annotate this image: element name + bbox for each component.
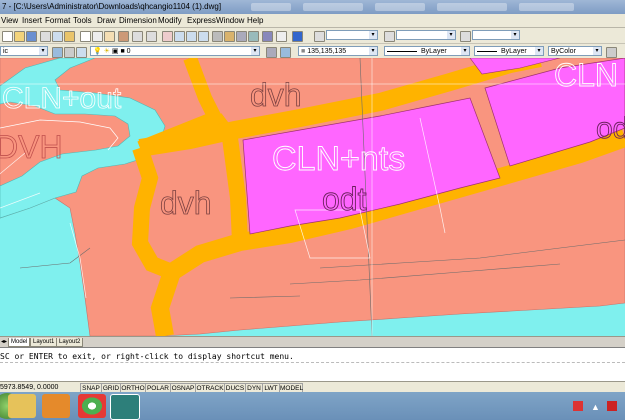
- print-icon[interactable]: [40, 31, 51, 42]
- menu-view[interactable]: View: [1, 14, 18, 27]
- color-swatch-icon: ■: [301, 48, 306, 55]
- zoom-realtime-icon[interactable]: [174, 31, 185, 42]
- publish-icon[interactable]: [64, 31, 75, 42]
- layout-tabs: ◂▸ Model Layout1 Layout2: [0, 336, 625, 347]
- chrome-icon[interactable]: [78, 394, 106, 418]
- design-center-icon[interactable]: [224, 31, 235, 42]
- menu-modify[interactable]: Modify: [158, 14, 182, 27]
- action-center-icon[interactable]: [607, 401, 617, 411]
- file-explorer-icon[interactable]: [8, 394, 36, 418]
- drawing-svg: CLN+out DVH dvh dvh CLN+nts odt CLN od: [0, 58, 625, 336]
- menu-insert[interactable]: Insert: [22, 14, 42, 27]
- autocad-icon[interactable]: [110, 394, 140, 420]
- menu-window[interactable]: Window: [216, 14, 244, 27]
- color-value: 135,135,135: [307, 48, 347, 55]
- open-icon[interactable]: [14, 31, 25, 42]
- color-combo[interactable]: ■ 135,135,135 ▾: [298, 46, 378, 56]
- layer-name: 0: [126, 48, 131, 55]
- save-icon[interactable]: [26, 31, 37, 42]
- pan-icon[interactable]: [162, 31, 173, 42]
- dim-style-combo[interactable]: ▾: [396, 30, 456, 40]
- command-separator: [0, 362, 625, 363]
- media-player-icon[interactable]: [42, 394, 70, 418]
- menu-format[interactable]: Format: [45, 14, 70, 27]
- toolbar-options-icon[interactable]: [606, 47, 617, 58]
- plotstyle-value: ByColor: [551, 48, 576, 55]
- zoom-window-icon[interactable]: [186, 31, 197, 42]
- linetype-value: ByLayer: [421, 48, 447, 55]
- lightbulb-icon: 💡: [93, 48, 102, 55]
- standard-toolbar: ▾ ▾ ▾: [0, 28, 625, 44]
- plot-preview-icon[interactable]: [52, 31, 63, 42]
- layer-color-swatch: ■: [120, 48, 125, 55]
- network-icon[interactable]: ▲: [591, 402, 600, 412]
- linetype-preview: [387, 50, 417, 52]
- layer-previous-icon[interactable]: [64, 47, 75, 58]
- match-properties-icon[interactable]: [118, 31, 129, 42]
- text-style-combo[interactable]: ▾: [326, 30, 378, 40]
- menu-tools[interactable]: Tools: [73, 14, 92, 27]
- title-bar-background-tabs: [245, 0, 625, 14]
- lineweight-preview: [477, 50, 497, 52]
- table-style-combo[interactable]: ▾: [472, 30, 520, 40]
- menu-express[interactable]: Express: [187, 14, 216, 27]
- layer-state-icon[interactable]: [76, 47, 87, 58]
- layer-manager-icon[interactable]: [52, 47, 63, 58]
- command-history-line: SC or ENTER to exit, or right-click to d…: [0, 352, 294, 361]
- cut-icon[interactable]: [80, 31, 91, 42]
- calculator-icon[interactable]: [276, 31, 287, 42]
- label-dvh-left: DVH: [0, 129, 63, 165]
- label-odt-center: odt: [322, 181, 367, 217]
- redo-icon[interactable]: [146, 31, 157, 42]
- tab-nav-arrows-icon[interactable]: ◂▸: [1, 338, 7, 345]
- tab-layout1[interactable]: Layout1: [30, 338, 58, 347]
- title-bar: 7 - [C:\Users\Administrator\Downloads\qh…: [0, 0, 625, 14]
- window-title: 7 - [C:\Users\Administrator\Downloads\qh…: [2, 2, 222, 11]
- workspace-combo[interactable]: ic ▾: [0, 46, 48, 56]
- command-window[interactable]: SC or ENTER to exit, or right-click to d…: [0, 347, 625, 382]
- linetype-combo[interactable]: ByLayer ▾: [384, 46, 470, 56]
- menu-help[interactable]: Help: [247, 14, 263, 27]
- copy-icon[interactable]: [92, 31, 103, 42]
- sun-icon: ☀: [103, 48, 110, 55]
- system-tray: ▲: [555, 392, 625, 420]
- plotstyle-combo[interactable]: ByColor ▾: [548, 46, 602, 56]
- sheet-set-icon[interactable]: [248, 31, 259, 42]
- menu-bar: View Insert Format Tools Draw Dimension …: [0, 14, 625, 28]
- workspace-combo-value: ic: [3, 48, 9, 55]
- label-dvh-top: dvh: [250, 77, 302, 113]
- text-style-icon[interactable]: [314, 31, 325, 42]
- menu-draw[interactable]: Draw: [97, 14, 116, 27]
- tab-model[interactable]: Model: [8, 338, 31, 347]
- paste-icon[interactable]: [104, 31, 115, 42]
- new-icon[interactable]: [2, 31, 13, 42]
- layer-combo[interactable]: 💡 ☀ ▣ ■ 0 ▾: [90, 46, 260, 56]
- tab-layout2[interactable]: Layout2: [56, 338, 84, 347]
- label-cln-out: CLN+out: [2, 82, 122, 115]
- help-icon[interactable]: [292, 31, 303, 42]
- layer-previous-state-icon[interactable]: [280, 47, 291, 58]
- layer-lock-icon: ▣: [111, 48, 119, 55]
- drawing-canvas[interactable]: CLN+out DVH dvh dvh CLN+nts odt CLN od: [0, 58, 625, 336]
- label-cln-right: CLN: [554, 58, 618, 93]
- tool-palettes-icon[interactable]: [236, 31, 247, 42]
- label-cln-nts: CLN+nts: [272, 140, 405, 178]
- lineweight-value: ByLayer: [501, 48, 527, 55]
- lineweight-combo[interactable]: ByLayer ▾: [474, 46, 544, 56]
- antivirus-icon[interactable]: [573, 401, 583, 411]
- dim-style-icon[interactable]: [384, 31, 395, 42]
- zoom-previous-icon[interactable]: [198, 31, 209, 42]
- taskbar: ▲: [0, 392, 625, 420]
- make-layer-current-icon[interactable]: [266, 47, 277, 58]
- menu-dimension[interactable]: Dimension: [119, 14, 157, 27]
- label-odt-right: od: [596, 112, 625, 145]
- properties-icon[interactable]: [212, 31, 223, 42]
- layers-toolbar: ic ▾ 💡 ☀ ▣ ■ 0 ▾ ■ 135,135,135 ▾ ByLayer ▾…: [0, 44, 625, 59]
- label-dvh-mid: dvh: [160, 185, 212, 221]
- table-style-icon[interactable]: [460, 31, 471, 42]
- undo-icon[interactable]: [132, 31, 143, 42]
- markup-icon[interactable]: [262, 31, 273, 42]
